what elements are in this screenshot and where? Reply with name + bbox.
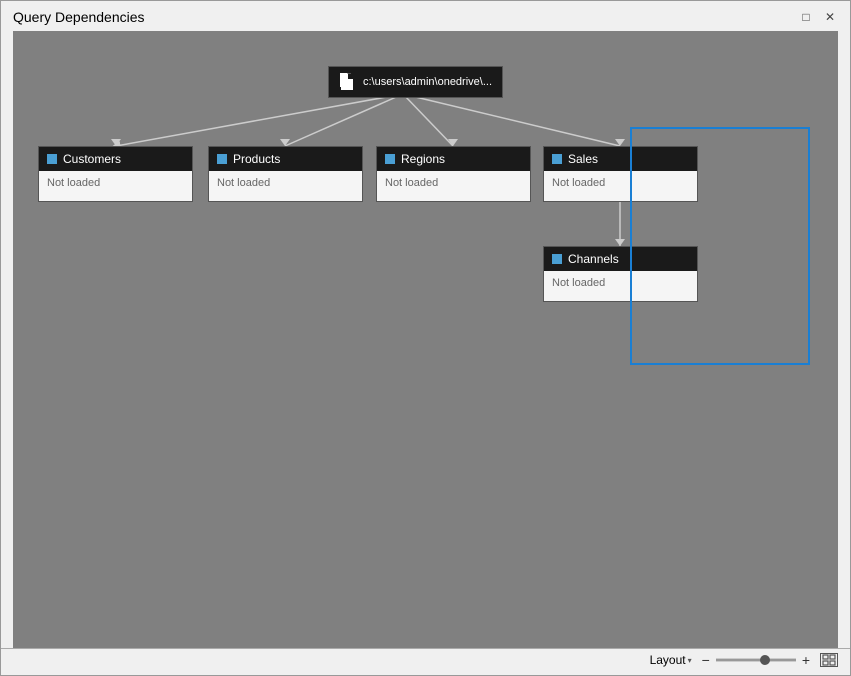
fit-to-window-button[interactable] [820,653,838,667]
bottom-toolbar: Layout ▾ − + [1,648,850,671]
layout-dropdown-arrow: ▾ [688,656,692,665]
zoom-controls: − + [700,652,812,668]
customers-icon [47,154,57,164]
node-regions-header: Regions [377,147,530,171]
maximize-button[interactable]: □ [798,9,814,25]
customers-label: Customers [63,152,121,166]
canvas-area: c:\users\admin\onedrive\... Customers No… [13,31,838,648]
node-regions[interactable]: Regions Not loaded [376,146,531,202]
node-products[interactable]: Products Not loaded [208,146,363,202]
customers-status: Not loaded [39,171,192,201]
products-status: Not loaded [209,171,362,201]
regions-label: Regions [401,152,445,166]
sales-icon [552,154,562,164]
zoom-out-button[interactable]: − [700,652,712,668]
title-bar: Query Dependencies □ ✕ [1,1,850,31]
node-customers[interactable]: Customers Not loaded [38,146,193,202]
window-bottom-padding [1,671,850,675]
node-products-header: Products [209,147,362,171]
zoom-slider-thumb[interactable] [760,655,770,665]
node-channels[interactable]: Channels Not loaded [543,246,698,302]
node-sales[interactable]: Sales Not loaded [543,146,698,202]
zoom-slider-track [716,659,796,661]
zoom-in-button[interactable]: + [800,652,812,668]
connectors-svg [13,31,838,648]
window-title: Query Dependencies [13,9,145,25]
node-sales-header: Sales [544,147,697,171]
channels-status: Not loaded [544,271,697,301]
window: Query Dependencies □ ✕ [0,0,851,676]
layout-dropdown[interactable]: Layout ▾ [650,653,692,667]
channels-label: Channels [568,252,619,266]
regions-status: Not loaded [377,171,530,201]
products-label: Products [233,152,280,166]
sales-status: Not loaded [544,171,697,201]
node-channels-header: Channels [544,247,697,271]
channels-icon [552,254,562,264]
file-node-label: c:\users\admin\onedrive\... [363,76,492,88]
node-customers-header: Customers [39,147,192,171]
products-icon [217,154,227,164]
zoom-slider[interactable] [716,658,796,662]
sales-label: Sales [568,152,598,166]
close-button[interactable]: ✕ [822,9,838,25]
layout-label: Layout [650,653,686,667]
file-icon [339,73,355,91]
file-node[interactable]: c:\users\admin\onedrive\... [328,66,503,98]
regions-icon [385,154,395,164]
fit-icon [822,654,836,666]
title-bar-controls: □ ✕ [798,9,838,25]
